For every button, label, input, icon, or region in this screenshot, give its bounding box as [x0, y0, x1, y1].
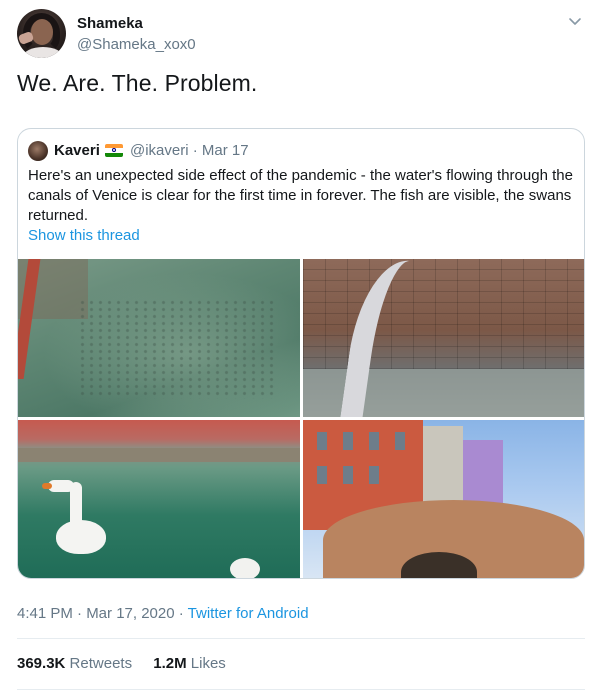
tweet-stats: 369.3K Retweets 1.2M Likes: [17, 655, 243, 672]
quoted-author-avatar: [28, 141, 48, 161]
divider: [17, 638, 585, 639]
retweets-label: Retweets: [69, 655, 133, 672]
likes-count: 1.2M: [153, 655, 187, 672]
tweet-container: Shameka @Shameka_xox0 We. Are. The. Prob…: [0, 0, 599, 694]
retweets-count: 369.3K: [17, 655, 66, 672]
show-thread-link[interactable]: Show this thread: [28, 227, 140, 244]
quoted-tweet-card[interactable]: Kaveri @ikaveri · Mar 17 Here's an unexp…: [17, 128, 585, 579]
avatar-shirt: [23, 47, 63, 58]
photo-grid: [18, 259, 584, 578]
tweet-text: We. Are. The. Problem.: [17, 70, 258, 96]
chevron-down-icon[interactable]: [567, 13, 583, 29]
photo-canal-arch[interactable]: [303, 259, 584, 417]
india-flag-icon: [105, 144, 123, 157]
likes-label: Likes: [190, 655, 226, 672]
meta-separator: ·: [174, 605, 188, 622]
retweets-stat[interactable]: 369.3K Retweets: [17, 655, 132, 672]
photo-swans[interactable]: [18, 420, 300, 578]
divider: [17, 689, 585, 690]
quoted-handle-date: @ikaveri · Mar 17: [130, 142, 249, 159]
author-name[interactable]: Shameka: [77, 15, 143, 32]
author-handle[interactable]: @Shameka_xox0: [77, 36, 196, 53]
photo-canal-fish[interactable]: [18, 259, 300, 417]
quoted-author-name: Kaveri: [54, 142, 100, 159]
quoted-tweet-text: Here's an unexpected side effect of the …: [28, 167, 573, 224]
tweet-timestamp[interactable]: 4:41 PM · Mar 17, 2020: [17, 605, 175, 622]
author-avatar[interactable]: [17, 9, 66, 58]
photo-venice-bridge[interactable]: [303, 420, 584, 578]
likes-stat[interactable]: 1.2M Likes: [153, 655, 226, 672]
tweet-source-link[interactable]: Twitter for Android: [188, 605, 309, 622]
avatar-face: [31, 19, 53, 45]
tweet-meta: 4:41 PM · Mar 17, 2020 · Twitter for And…: [17, 605, 309, 622]
